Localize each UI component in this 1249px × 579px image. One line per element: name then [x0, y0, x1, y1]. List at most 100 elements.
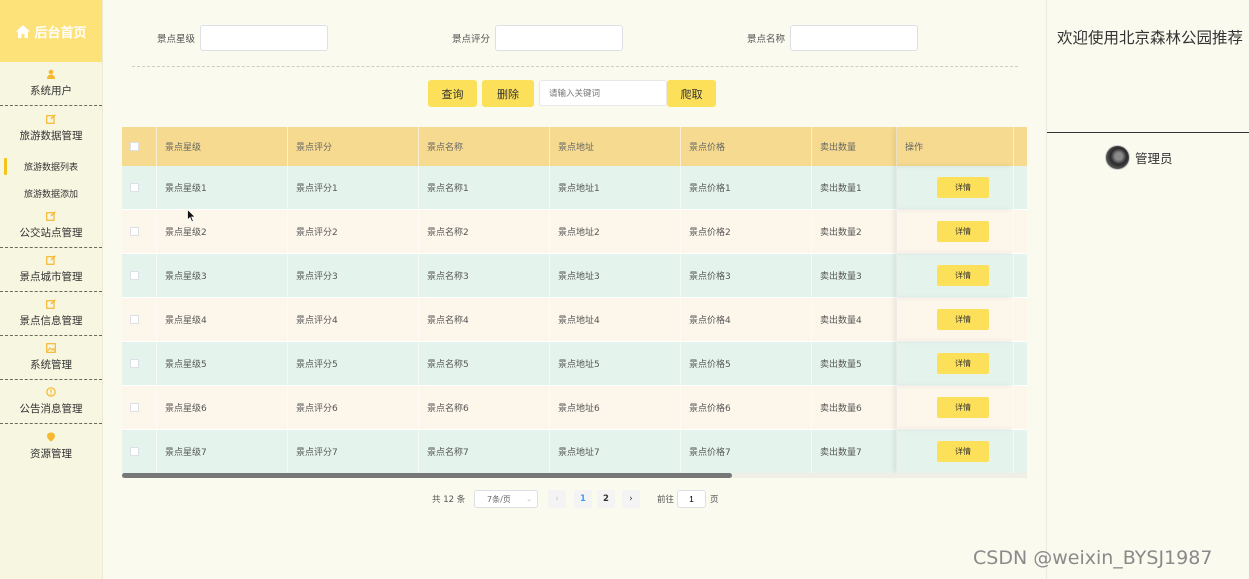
table-cell: 景点评分7 [288, 430, 419, 473]
sidebar-subitem-travel-add[interactable]: 旅游数据添加 [0, 183, 102, 204]
row-check-cell [122, 210, 157, 253]
table-cell: 景点名称5 [419, 342, 550, 385]
table-cell: 景点名称7 [419, 430, 550, 473]
horizontal-scrollbar[interactable] [122, 473, 732, 478]
score-input[interactable] [495, 25, 624, 51]
table-cell: 景点名称1 [419, 166, 550, 209]
row-check-cell [122, 166, 157, 209]
sidebar-item-announcements[interactable]: 公告消息管理 [0, 380, 102, 424]
brand-home-link[interactable]: 后台首页 [0, 0, 102, 62]
table-cell: 卖出数量3 [812, 254, 897, 297]
admin-user[interactable]: 管理员 [1105, 145, 1173, 170]
next-page-button[interactable]: › [622, 490, 640, 508]
prev-page-button[interactable]: ‹ [548, 490, 566, 508]
sidebar-item-system-settings[interactable]: 系统管理 [0, 336, 102, 380]
sidebar-item-bus-stations[interactable]: 公交站点管理 [0, 204, 102, 248]
goto-page-input[interactable] [677, 490, 706, 508]
sidebar-item-scenic-info[interactable]: 景点信息管理 [0, 292, 102, 336]
table-cell: 卖出数量5 [812, 342, 897, 385]
table-cell: 景点名称3 [419, 254, 550, 297]
table-cell: 景点地址5 [550, 342, 681, 385]
sidebar-item-scenic-cities[interactable]: 景点城市管理 [0, 248, 102, 292]
table-header: 景点星级 景点评分 景点名称 景点地址 景点价格 卖出数量 操作 [122, 127, 1027, 166]
detail-button[interactable]: 详情 [937, 353, 989, 374]
table-row: 景点星级6 景点评分6 景点名称6 景点地址6 景点价格6 卖出数量6 详情 [122, 386, 1027, 430]
table-cell: 景点星级4 [157, 298, 288, 341]
column-header[interactable]: 景点价格 [681, 127, 812, 166]
row-checkbox[interactable] [130, 447, 139, 456]
sidebar-item-travel-data[interactable]: 旅游数据管理 [0, 106, 102, 150]
goto-label: 前往 [657, 495, 675, 505]
table-cell: 卖出数量6 [812, 386, 897, 429]
warning-icon [46, 387, 56, 397]
column-header[interactable]: 景点名称 [419, 127, 550, 166]
table-cell: 卖出数量4 [812, 298, 897, 341]
page-number[interactable]: 2 [597, 490, 615, 508]
detail-button[interactable]: 详情 [937, 221, 989, 242]
edit-icon [46, 211, 56, 221]
page-number[interactable]: 1 [574, 490, 592, 508]
page-size-select[interactable]: 7条/页 ⌄ [474, 490, 538, 508]
table-cell: 景点地址7 [550, 430, 681, 473]
row-checkbox[interactable] [130, 183, 139, 192]
sidebar-item-system-users[interactable]: 系统用户 [0, 62, 102, 106]
search-field-star: 景点星级 [157, 25, 329, 51]
row-checkbox[interactable] [130, 227, 139, 236]
page-size-value: 7条/页 [487, 494, 511, 504]
table-cell: 景点评分4 [288, 298, 419, 341]
detail-button[interactable]: 详情 [937, 265, 989, 286]
edit-icon [46, 299, 56, 309]
sidebar-item-label: 公告消息管理 [19, 403, 83, 415]
sidebar-item-label: 资源管理 [30, 447, 72, 460]
pagination-total: 共 12 条 [432, 495, 466, 505]
query-button[interactable]: 查询 [428, 80, 477, 107]
row-check-cell [122, 386, 157, 429]
detail-button[interactable]: 详情 [937, 177, 989, 198]
detail-button[interactable]: 详情 [937, 309, 989, 330]
row-checkbox[interactable] [130, 359, 139, 368]
table-cell: 景点星级7 [157, 430, 288, 473]
table-cell: 景点星级3 [157, 254, 288, 297]
table-cell: 景点价格1 [681, 166, 812, 209]
row-checkbox[interactable] [130, 271, 139, 280]
search-field-score: 景点评分 [452, 25, 624, 51]
table-cell: 景点评分1 [288, 166, 419, 209]
crawl-button[interactable]: 爬取 [667, 80, 716, 107]
detail-button[interactable]: 详情 [937, 441, 989, 462]
table-cell: 景点地址4 [550, 298, 681, 341]
detail-button[interactable]: 详情 [937, 397, 989, 418]
column-header[interactable]: 卖出数量 [812, 127, 897, 166]
operation-cell: 详情 [897, 254, 1014, 297]
welcome-text: 欢迎使用北京森林公园推荐 [1057, 29, 1244, 47]
table-cell: 景点评分5 [288, 342, 419, 385]
page-unit-label: 页 [710, 495, 719, 505]
column-header[interactable]: 景点星级 [157, 127, 288, 166]
delete-button[interactable]: 删除 [482, 80, 534, 107]
table-cell: 卖出数量1 [812, 166, 897, 209]
star-input[interactable] [200, 25, 329, 51]
row-checkbox[interactable] [130, 315, 139, 324]
column-header[interactable]: 景点评分 [288, 127, 419, 166]
name-input[interactable] [790, 25, 919, 51]
avatar[interactable] [1105, 145, 1130, 170]
operation-cell: 详情 [897, 210, 1014, 253]
select-all-cell [122, 127, 157, 166]
operation-cell: 详情 [897, 386, 1014, 429]
sidebar-subitem-travel-list[interactable]: 旅游数据列表 [0, 150, 102, 183]
search-label-name: 景点名称 [747, 34, 786, 45]
table-cell: 卖出数量7 [812, 430, 897, 473]
table-row: 景点星级7 景点评分7 景点名称7 景点地址7 景点价格7 卖出数量7 详情 [122, 430, 1027, 474]
operation-cell: 详情 [897, 342, 1014, 385]
sidebar-item-resources[interactable]: 资源管理 [0, 424, 102, 468]
table-cell: 景点名称2 [419, 210, 550, 253]
row-check-cell [122, 298, 157, 341]
table-cell: 卖出数量2 [812, 210, 897, 253]
keyword-input[interactable] [539, 80, 667, 106]
sidebar-item-label: 景点城市管理 [19, 271, 83, 283]
table-cell: 景点星级6 [157, 386, 288, 429]
column-header[interactable]: 景点地址 [550, 127, 681, 166]
sidebar-item-label: 系统管理 [30, 359, 72, 371]
select-all-checkbox[interactable] [130, 142, 139, 151]
row-checkbox[interactable] [130, 403, 139, 412]
table-cell: 景点星级5 [157, 342, 288, 385]
